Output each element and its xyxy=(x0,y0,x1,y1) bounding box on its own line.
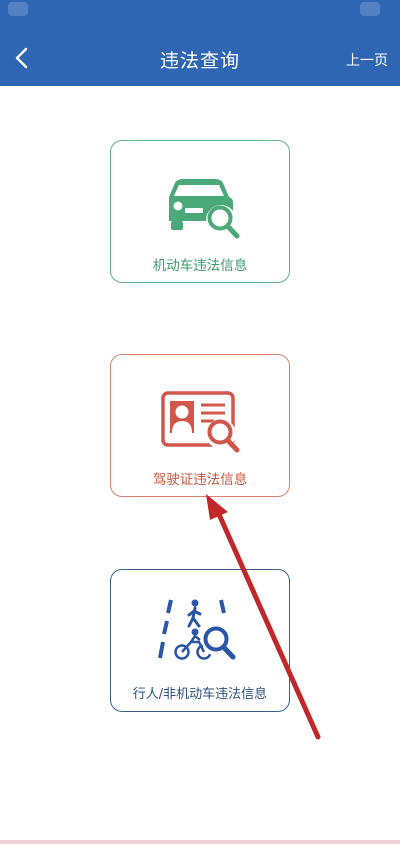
status-icon xyxy=(360,2,380,16)
status-bar xyxy=(0,0,400,30)
license-search-icon xyxy=(161,391,240,453)
pedestrian-violation-label: 行人/非机动车违法信息 xyxy=(132,687,268,702)
pedestrian-violation-card[interactable]: 行人/非机动车违法信息 xyxy=(110,569,290,712)
vehicle-violation-label: 机动车违法信息 xyxy=(152,258,248,274)
vehicle-violation-card[interactable]: 机动车违法信息 xyxy=(110,140,290,283)
previous-page-link[interactable]: 上一页 xyxy=(346,50,388,70)
bottom-edge xyxy=(0,840,400,844)
license-violation-card[interactable]: 驾驶证违法信息 xyxy=(110,354,290,497)
page-title: 违法查询 xyxy=(159,50,240,72)
license-violation-label: 驾驶证违法信息 xyxy=(152,472,248,488)
car-search-icon xyxy=(169,179,240,239)
nav-bar: 违法查询 上一页 xyxy=(0,30,400,86)
pedestrian-bike-search-icon xyxy=(158,599,236,660)
status-icon xyxy=(8,2,28,16)
